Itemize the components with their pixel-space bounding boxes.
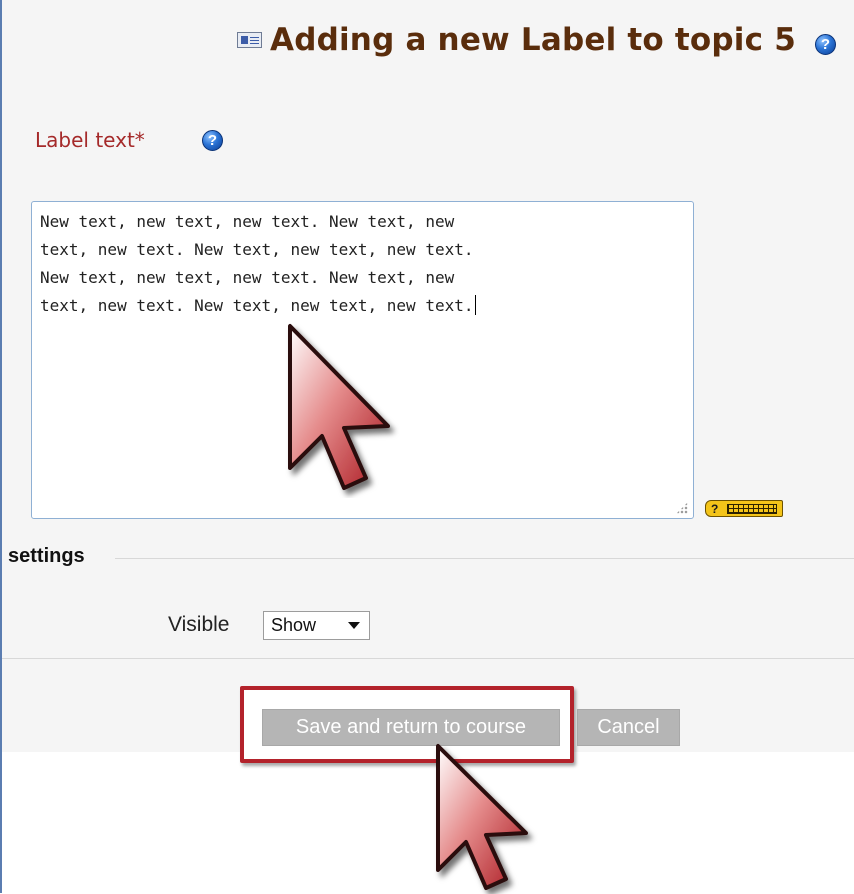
page-title-text: Adding a new Label to topic 5 (270, 22, 796, 58)
help-icon[interactable]: ? (815, 34, 836, 55)
visible-select-value: Show (271, 615, 317, 635)
label-text-caption: Label text* (35, 128, 145, 152)
visible-select[interactable]: Show (263, 611, 370, 640)
text-caret (475, 295, 477, 315)
settings-divider (115, 558, 854, 559)
form-divider (2, 658, 854, 659)
textarea-line: text, new text. New text, new text, new … (40, 240, 474, 259)
textarea-content: New text, new text, new text. New text, … (40, 208, 680, 320)
textarea-line: New text, new text, new text. New text, … (40, 268, 455, 287)
visible-label: Visible (168, 613, 230, 636)
keyboard-icon (727, 503, 777, 514)
pointer-cursor-icon (436, 744, 528, 890)
pointer-cursor-icon (288, 324, 390, 490)
label-text-help-icon[interactable]: ? (202, 130, 223, 151)
resize-grip-icon[interactable] (676, 502, 688, 514)
textarea-line: New text, new text, new text. New text, … (40, 212, 455, 231)
label-text-field-label: Label text* (35, 128, 145, 152)
chevron-down-icon (348, 622, 360, 629)
page-title: Adding a new Label to topic 5 (238, 22, 796, 58)
question-mark-icon: ? (711, 501, 719, 516)
textarea-line: text, new text. New text, new text, new … (40, 296, 474, 315)
settings-legend: settings (8, 545, 85, 567)
keyboard-help-icon[interactable]: ? (705, 500, 783, 517)
cancel-button[interactable]: Cancel (577, 709, 680, 746)
